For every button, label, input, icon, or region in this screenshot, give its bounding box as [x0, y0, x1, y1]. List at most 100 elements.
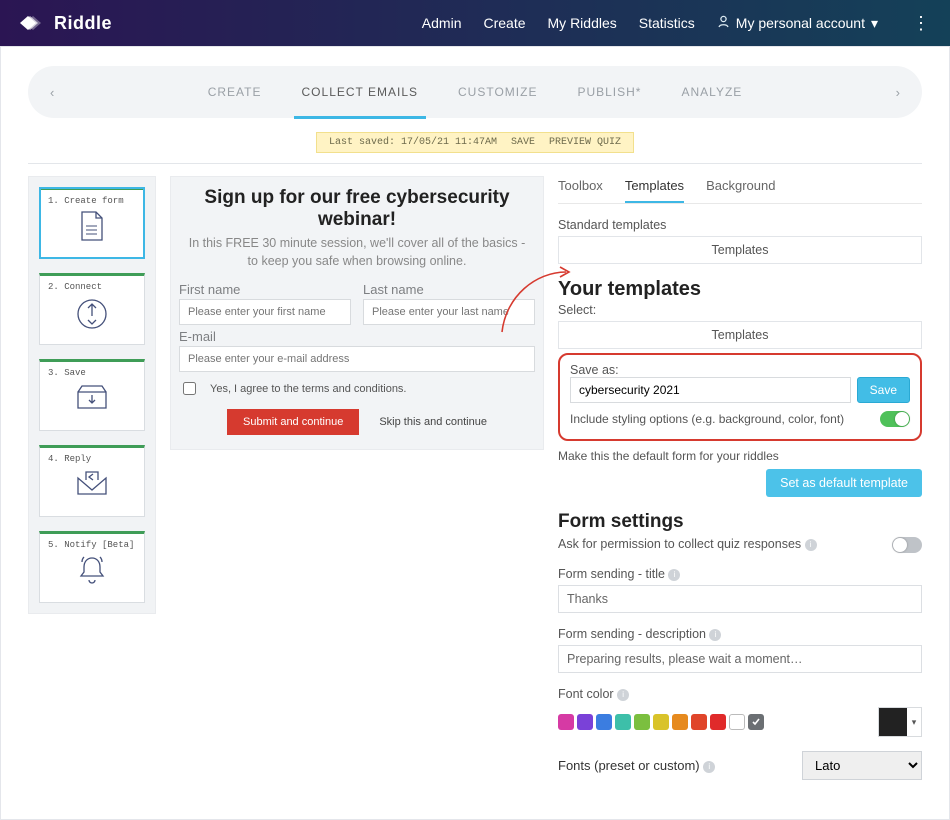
color-swatch[interactable]	[577, 714, 593, 730]
rtab-templates[interactable]: Templates	[625, 176, 684, 203]
save-as-label: Save as:	[570, 363, 910, 377]
rtab-toolbox[interactable]: Toolbox	[558, 176, 603, 203]
builder-tabs: CREATE COLLECT EMAILS CUSTOMIZE PUBLISH*…	[54, 79, 895, 105]
color-swatch[interactable]	[691, 714, 707, 730]
tab-collect-emails[interactable]: COLLECT EMAILS	[300, 79, 420, 105]
nav-my-riddles[interactable]: My Riddles	[548, 15, 617, 31]
nav-admin[interactable]: Admin	[422, 15, 462, 31]
include-styling-label: Include styling options (e.g. background…	[570, 411, 870, 427]
set-default-template-button[interactable]: Set as default template	[766, 469, 922, 497]
step-connect[interactable]: 2. Connect	[39, 273, 145, 345]
form-settings-title: Form settings	[558, 511, 922, 533]
email-label: E-mail	[179, 329, 535, 344]
nav-create[interactable]: Create	[483, 15, 525, 31]
consent-checkbox[interactable]	[183, 382, 196, 395]
step-save[interactable]: 3. Save	[39, 359, 145, 431]
brand: Riddle	[20, 13, 112, 34]
ask-permission-label: Ask for permission to collect quiz respo…	[558, 537, 801, 551]
divider	[28, 163, 922, 164]
builder-body: 1. Create form 2. Connect 3. Save 4. Rep…	[28, 176, 922, 780]
color-swatch[interactable]	[615, 714, 631, 730]
save-as-input[interactable]	[570, 377, 851, 403]
font-color-picker[interactable]: ▾	[878, 707, 922, 737]
saved-box: Last saved: 17/05/21 11:47AM SAVE PREVIE…	[316, 132, 634, 153]
nav-statistics[interactable]: Statistics	[639, 15, 695, 31]
consent-label: Yes, I agree to the terms and conditions…	[210, 383, 407, 395]
chevron-down-icon: ▾	[871, 15, 878, 32]
last-name-label: Last name	[363, 282, 535, 297]
step-label: 4. Reply	[48, 454, 136, 464]
save-link[interactable]: SAVE	[511, 137, 535, 148]
font-color-swatches: ▾	[558, 707, 922, 737]
user-icon	[717, 15, 730, 31]
step-label: 2. Connect	[48, 282, 136, 292]
color-swatch[interactable]	[596, 714, 612, 730]
sending-desc-input[interactable]	[558, 645, 922, 673]
bell-icon	[76, 554, 108, 586]
save-template-button[interactable]: Save	[857, 377, 910, 403]
preview-title: Sign up for our free cybersecurity webin…	[179, 187, 535, 231]
preview-quiz-link[interactable]: PREVIEW QUIZ	[549, 137, 621, 148]
save-as-box: Save as: Save Include styling options (e…	[558, 353, 922, 441]
email-input[interactable]	[179, 346, 535, 372]
mail-reply-icon	[74, 468, 110, 498]
step-label: 1. Create form	[48, 196, 136, 206]
sidebar: Toolbox Templates Background Standard te…	[558, 176, 922, 780]
step-create-form[interactable]: 1. Create form	[39, 187, 145, 259]
color-swatch-none[interactable]	[729, 714, 745, 730]
box-download-icon	[74, 382, 110, 412]
standard-templates-select[interactable]: Templates	[558, 236, 922, 264]
form-preview: Sign up for our free cybersecurity webin…	[170, 176, 544, 450]
tab-publish[interactable]: PUBLISH*	[575, 79, 643, 105]
sync-icon	[74, 296, 110, 332]
tab-customize[interactable]: CUSTOMIZE	[456, 79, 539, 105]
account-label: My personal account	[736, 15, 865, 31]
color-swatch[interactable]	[653, 714, 669, 730]
last-name-input[interactable]	[363, 299, 535, 325]
info-icon[interactable]: i	[668, 569, 680, 581]
include-styling-toggle[interactable]	[880, 411, 910, 427]
saved-row: Last saved: 17/05/21 11:47AM SAVE PREVIE…	[28, 132, 922, 153]
tabbar-next-icon[interactable]: ›	[896, 85, 900, 100]
step-reply[interactable]: 4. Reply	[39, 445, 145, 517]
builder-tabbar: ‹ CREATE COLLECT EMAILS CUSTOMIZE PUBLIS…	[28, 66, 922, 118]
your-templates-select[interactable]: Templates	[558, 321, 922, 349]
font-color-label: Font color	[558, 687, 614, 701]
submit-button[interactable]: Submit and continue	[227, 409, 359, 435]
first-name-input[interactable]	[179, 299, 351, 325]
color-swatch[interactable]	[634, 714, 650, 730]
topnav: Admin Create My Riddles Statistics My pe…	[422, 13, 930, 34]
first-name-label: First name	[179, 282, 351, 297]
step-list: 1. Create form 2. Connect 3. Save 4. Rep…	[28, 176, 156, 614]
chevron-down-icon[interactable]: ▾	[907, 708, 921, 736]
color-swatch[interactable]	[672, 714, 688, 730]
sending-desc-label: Form sending - description	[558, 627, 706, 641]
default-note: Make this the default form for your ridd…	[558, 449, 922, 463]
color-swatch[interactable]	[558, 714, 574, 730]
tab-analyze[interactable]: ANALYZE	[679, 79, 744, 105]
fonts-select[interactable]: Lato	[802, 751, 922, 780]
standard-templates-label: Standard templates	[558, 218, 922, 232]
info-icon[interactable]: i	[703, 761, 715, 773]
color-chip	[879, 708, 907, 736]
step-notify[interactable]: 5. Notify [Beta]	[39, 531, 145, 603]
info-icon[interactable]: i	[709, 629, 721, 641]
last-saved-text: Last saved: 17/05/21 11:47AM	[329, 137, 497, 148]
sending-title-input[interactable]	[558, 585, 922, 613]
account-menu[interactable]: My personal account ▾	[717, 15, 878, 32]
ask-permission-toggle[interactable]	[892, 537, 922, 553]
fonts-label: Fonts (preset or custom)	[558, 758, 700, 773]
color-swatch[interactable]	[710, 714, 726, 730]
kebab-icon[interactable]: ⋮	[912, 13, 930, 34]
your-templates-title: Your templates	[558, 278, 922, 301]
sending-title-label: Form sending - title	[558, 567, 665, 581]
skip-link[interactable]: Skip this and continue	[379, 416, 487, 428]
topbar: Riddle Admin Create My Riddles Statistic…	[0, 0, 950, 46]
preview-subtitle: In this FREE 30 minute session, we'll co…	[183, 235, 531, 270]
rtab-background[interactable]: Background	[706, 176, 775, 203]
sidebar-tabs: Toolbox Templates Background	[558, 176, 922, 204]
info-icon[interactable]: i	[805, 539, 817, 551]
color-swatch-dark[interactable]	[748, 714, 764, 730]
tab-create[interactable]: CREATE	[206, 79, 264, 105]
info-icon[interactable]: i	[617, 689, 629, 701]
